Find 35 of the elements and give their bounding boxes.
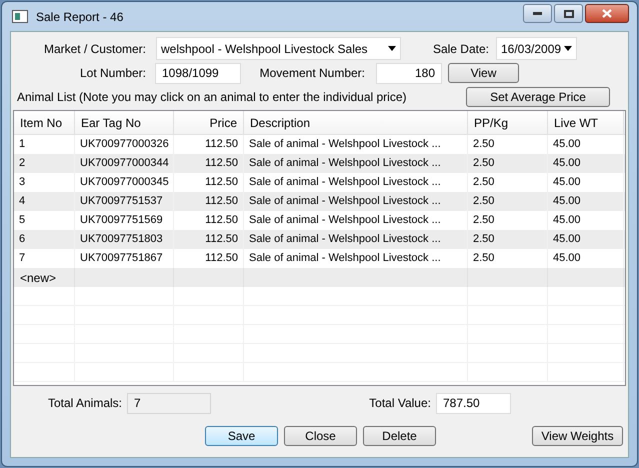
window-icon xyxy=(12,10,28,23)
field-label: Total Value: xyxy=(368,395,431,412)
close-icon xyxy=(602,9,612,18)
window-title: Sale Report - 46 xyxy=(36,8,124,26)
dialog-button[interactable]: Save xyxy=(205,426,278,446)
dialog-button[interactable]: Delete xyxy=(363,426,436,446)
minimize-button[interactable] xyxy=(523,4,552,23)
animal-list-note: Animal List (Note you may click on an animal to enter the individual price) xyxy=(17,89,407,106)
column-header[interactable]: PP/Kg xyxy=(468,111,548,134)
column-header[interactable]: Price xyxy=(174,111,244,134)
column-header[interactable]: Item No xyxy=(14,111,75,134)
dropdown-arrow-icon xyxy=(388,46,396,51)
field-label: Sale Date: xyxy=(432,40,489,58)
set-average-price-button[interactable]: Set Average Price xyxy=(466,87,610,107)
field-label: Market / Customer: xyxy=(42,40,146,58)
customer-dropdown[interactable]: welshpool - Welshpool Livestock Sales xyxy=(156,37,401,60)
maximize-icon xyxy=(564,10,574,18)
view-button[interactable]: View xyxy=(448,63,519,83)
close-button[interactable] xyxy=(585,4,629,23)
movement-number-field[interactable]: 180 xyxy=(376,62,442,84)
maximize-button[interactable] xyxy=(554,4,583,23)
minimize-icon xyxy=(533,12,542,15)
total-value-field[interactable]: 787.50 xyxy=(436,392,511,414)
column-header[interactable]: Ear Tag No xyxy=(75,111,174,134)
field-label: Total Animals: xyxy=(46,395,122,412)
lot-number-field[interactable]: 1098/1099 xyxy=(155,62,241,84)
column-header[interactable]: Live WT xyxy=(548,111,624,134)
dropdown-arrow-icon xyxy=(564,46,572,51)
new-row-label[interactable]: <new> xyxy=(20,268,56,286)
field-label: Movement Number: xyxy=(258,65,365,82)
column-header[interactable]: Description xyxy=(244,111,468,134)
field-label: Lot Number: xyxy=(78,65,146,82)
date-picker[interactable]: 16/03/2009 xyxy=(496,37,577,60)
view-weights-button[interactable]: View Weights xyxy=(532,426,623,446)
dialog-button[interactable]: Close xyxy=(284,426,357,446)
